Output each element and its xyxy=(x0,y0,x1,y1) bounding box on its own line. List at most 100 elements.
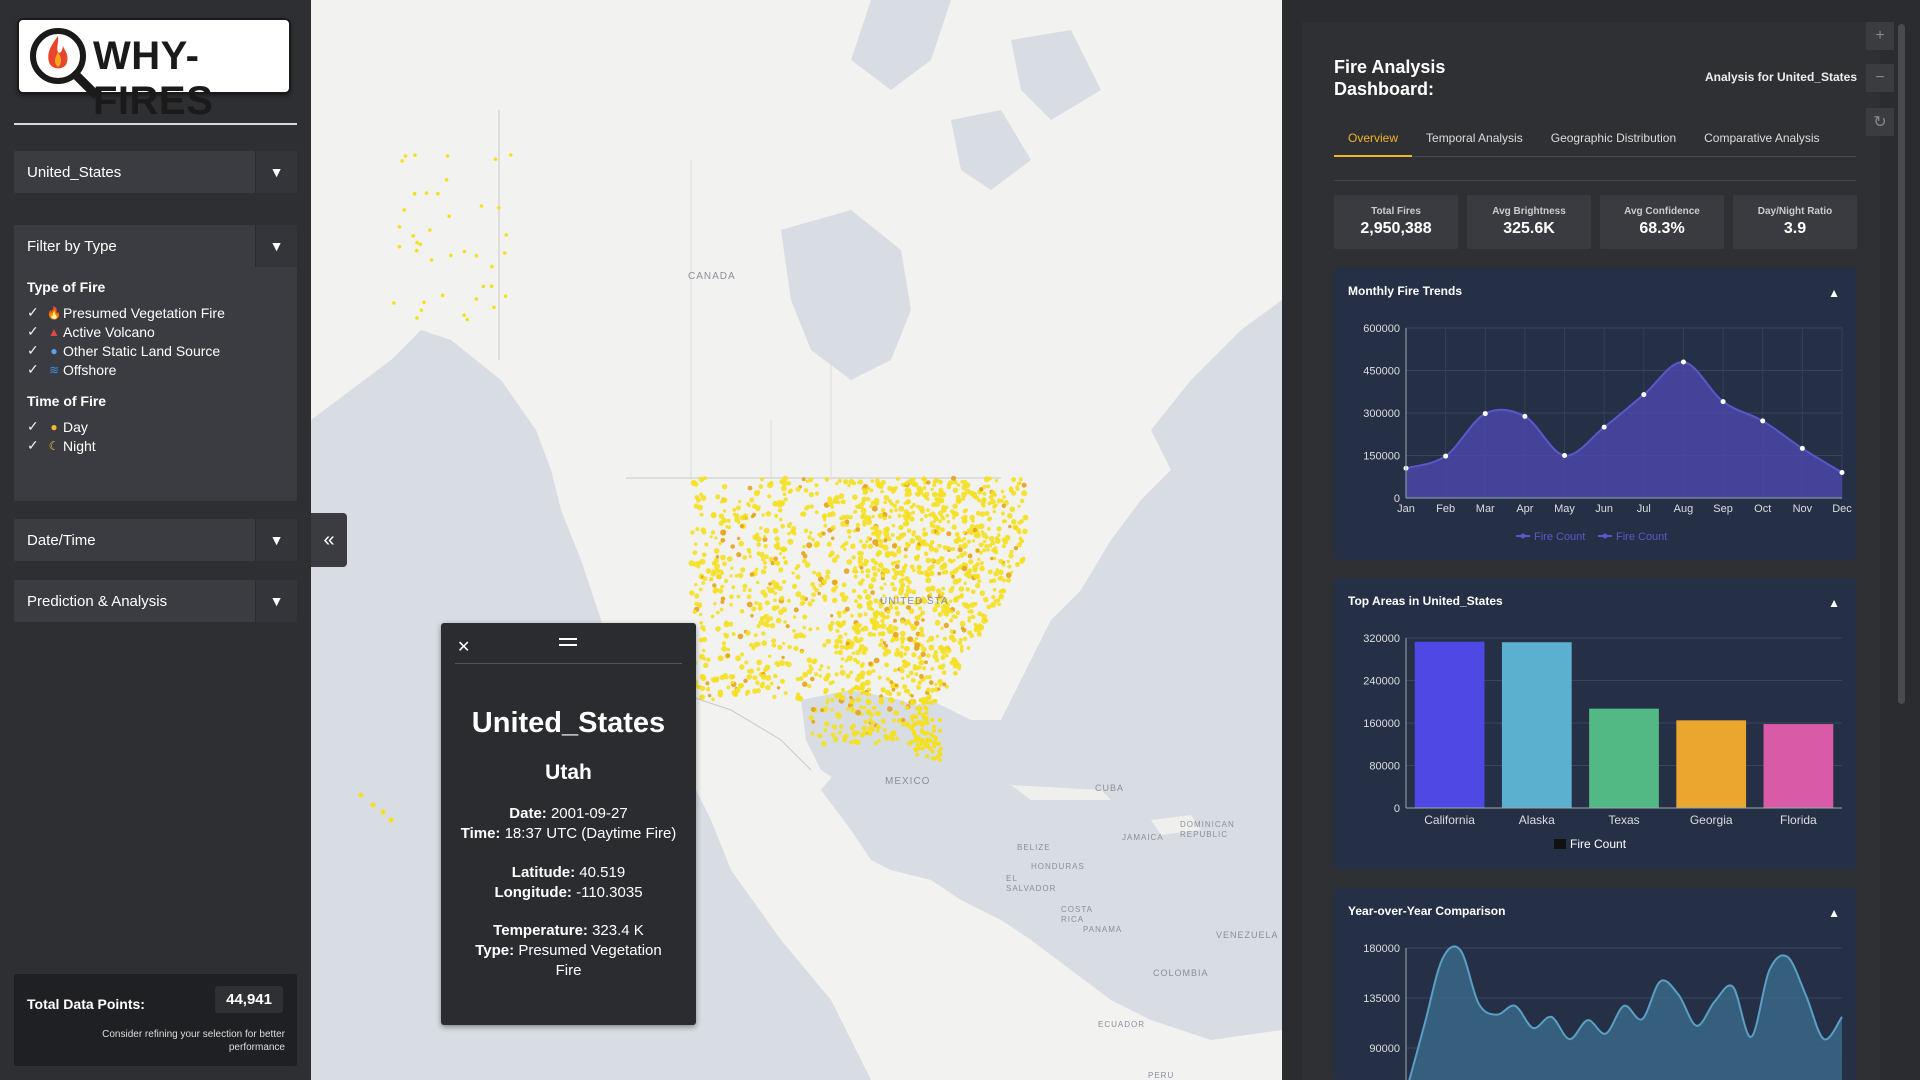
datetime-panel[interactable]: Date/Time ▼ xyxy=(14,519,297,561)
fire-point xyxy=(926,687,931,692)
collapse-icon[interactable]: ▲ xyxy=(1828,286,1840,300)
fire-point xyxy=(824,476,830,482)
fire-point xyxy=(926,639,930,643)
fire-point xyxy=(923,513,929,519)
monthly-trends-chart[interactable]: 0150000300000450000600000Jan Feb Mar Apr May… xyxy=(1334,268,1856,560)
fire-point xyxy=(905,522,909,526)
popup-longitude: Longitude: -110.3035 xyxy=(441,883,696,903)
prediction-panel[interactable]: Prediction & Analysis ▼ xyxy=(14,580,297,622)
tab-geographic-distribution[interactable]: Geographic Distribution xyxy=(1537,127,1690,157)
fire-point xyxy=(400,159,404,163)
fire-point xyxy=(474,253,479,258)
fire-point xyxy=(924,495,929,500)
scrollbar[interactable] xyxy=(1898,24,1905,704)
x-tick-label: Jan xyxy=(1397,503,1415,515)
top-areas-chart[interactable]: 0 80000 160000 240000 320000 California Alaska… xyxy=(1334,578,1856,870)
tab-overview[interactable]: Overview xyxy=(1334,127,1413,157)
filter-option-offshore[interactable]: ✓ ≋ Offshore xyxy=(27,360,284,379)
fire-point xyxy=(938,718,942,723)
chevron-down-icon[interactable]: ▼ xyxy=(255,580,297,622)
collapse-icon[interactable]: ▲ xyxy=(1828,596,1840,610)
fire-point xyxy=(826,541,832,547)
fire-point xyxy=(424,191,429,195)
fire-point xyxy=(861,725,868,732)
app-logo[interactable]: WHY-FIRES xyxy=(17,18,291,123)
fire-point xyxy=(839,644,845,650)
check-icon[interactable]: ✓ xyxy=(27,361,45,378)
fire-point xyxy=(711,697,715,702)
legend-swatch xyxy=(1602,533,1608,539)
fire-point xyxy=(990,490,996,496)
check-icon[interactable]: ✓ xyxy=(27,323,45,340)
fire-point xyxy=(906,499,911,505)
fire-point xyxy=(838,493,845,499)
check-icon[interactable]: ✓ xyxy=(27,437,45,454)
fire-point xyxy=(1015,562,1020,567)
chevron-down-icon[interactable]: ▼ xyxy=(255,225,297,267)
fire-point xyxy=(900,619,905,624)
collapse-icon[interactable]: ▲ xyxy=(1828,906,1840,920)
check-icon[interactable]: ✓ xyxy=(27,342,45,359)
legend-swatch xyxy=(1520,533,1526,539)
fire-point xyxy=(853,574,858,579)
fire-point xyxy=(720,529,727,536)
fire-point xyxy=(782,641,786,646)
fire-point xyxy=(914,615,919,620)
y-tick-label: 90000 xyxy=(1369,1043,1400,1055)
tab-temporal-analysis[interactable]: Temporal Analysis xyxy=(1412,127,1537,157)
filter-option-day[interactable]: ✓ ● Day xyxy=(27,417,284,436)
fire-point xyxy=(901,721,907,727)
fire-point xyxy=(814,483,819,488)
fire-point xyxy=(920,644,924,648)
filter-option-static-land[interactable]: ✓ ● Other Static Land Source xyxy=(27,341,284,360)
fire-point xyxy=(990,556,994,561)
fire-point xyxy=(852,481,857,486)
fire-point xyxy=(924,660,928,665)
fire-point xyxy=(786,598,791,603)
filter-header[interactable]: Filter by Type ▼ xyxy=(14,225,297,267)
x-tick-label: Dec xyxy=(1832,503,1852,515)
fire-point xyxy=(890,581,895,587)
fire-point xyxy=(876,549,883,556)
fire-point xyxy=(865,539,869,544)
fire-point xyxy=(931,699,936,704)
fire-point xyxy=(502,251,507,255)
fire-point xyxy=(1023,516,1028,521)
card-title: Monthly Fire Trends xyxy=(1348,284,1463,298)
collapse-sidebar-button[interactable]: « xyxy=(311,513,347,567)
fire-point xyxy=(835,481,839,486)
country-select[interactable]: United_States ▼ xyxy=(14,151,297,193)
fire-point xyxy=(754,601,759,606)
fire-point xyxy=(851,555,856,560)
chevron-down-icon[interactable]: ▼ xyxy=(255,519,297,561)
fire-point xyxy=(403,154,408,158)
fire-point xyxy=(428,228,432,232)
drag-handle-icon[interactable] xyxy=(559,638,577,646)
chevron-down-icon[interactable]: ▼ xyxy=(255,151,297,193)
filter-option-vegetation[interactable]: ✓ 🔥 Presumed Vegetation Fire xyxy=(27,303,284,322)
fire-point xyxy=(850,543,856,549)
fire-point xyxy=(907,580,912,585)
fire-point xyxy=(802,681,808,687)
reset-icon[interactable]: ↻ xyxy=(1866,108,1894,136)
fire-point xyxy=(717,689,724,696)
filter-option-night[interactable]: ✓ ☾ Night xyxy=(27,436,284,455)
data-point xyxy=(1720,399,1726,405)
fire-point xyxy=(723,621,730,628)
fire-point xyxy=(874,627,878,631)
fire-point xyxy=(755,532,760,537)
zoom-out-icon[interactable]: − xyxy=(1866,64,1894,92)
fire-point xyxy=(979,565,985,572)
fire-point xyxy=(865,594,872,600)
check-icon[interactable]: ✓ xyxy=(27,304,45,321)
x-tick-label: Georgia xyxy=(1690,813,1733,827)
check-icon[interactable]: ✓ xyxy=(27,418,45,435)
zoom-in-icon[interactable]: + xyxy=(1866,22,1894,50)
close-icon[interactable]: ✕ xyxy=(457,637,470,657)
fire-point xyxy=(885,568,891,574)
tab-comparative-analysis[interactable]: Comparative Analysis xyxy=(1690,127,1833,157)
filter-option-volcano[interactable]: ✓ ▲ Active Volcano xyxy=(27,322,284,341)
fire-point xyxy=(910,694,914,698)
fire-point xyxy=(825,700,829,705)
fire-point xyxy=(977,579,982,584)
